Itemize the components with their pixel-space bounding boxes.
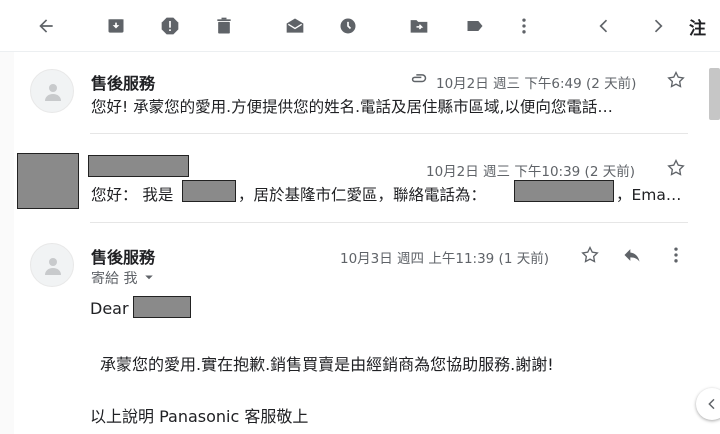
message-toolbar: 注 (0, 0, 720, 52)
chevron-right-icon[interactable] (644, 12, 672, 40)
message-date: 10月2日 週三 下午10:39 (2 天前) (426, 164, 635, 180)
message-snippet-suffix: ，Ema… (616, 186, 682, 204)
message-snippet-prefix: 您好： 我是 (91, 186, 174, 204)
chevron-left-icon[interactable] (590, 12, 618, 40)
left-edge-decoration (0, 52, 14, 434)
greeting-text: Dear (90, 299, 129, 318)
chevron-left-icon (708, 398, 715, 410)
delete-icon[interactable] (210, 12, 238, 40)
message-date: 10月3日 週四 上午11:39 (1 天前) (340, 251, 549, 267)
caret-down-icon[interactable] (140, 265, 158, 289)
redacted-phone (514, 180, 614, 202)
divider (90, 222, 688, 223)
back-arrow-icon[interactable] (32, 12, 60, 40)
star-icon[interactable] (578, 243, 602, 267)
reply-icon[interactable] (620, 243, 644, 267)
divider (90, 133, 688, 134)
redacted-sender-name (88, 155, 189, 177)
message-snippet: 您好! 承蒙您的愛用.方便提供您的姓名.電話及居住縣市區域,以便向您電話… (91, 98, 613, 116)
language-indicator[interactable]: 注 (689, 14, 706, 39)
side-panel-toggle[interactable] (696, 388, 720, 420)
scrollbar-thumb[interactable] (709, 68, 720, 120)
redacted-avatar (17, 153, 79, 209)
attachment-icon (406, 67, 430, 91)
avatar (30, 243, 74, 287)
move-to-icon[interactable] (405, 12, 433, 40)
archive-icon[interactable] (102, 12, 130, 40)
star-icon[interactable] (664, 156, 688, 180)
message-snippet-middle: ，居於基隆市仁愛區，聯絡電話為： (238, 186, 487, 204)
mark-unread-icon[interactable] (281, 12, 309, 40)
sender-name: 售後服務 (91, 74, 156, 93)
report-spam-icon[interactable] (156, 12, 184, 40)
body-line-1: 承蒙您的愛用.實在抱歉.銷售買賣是由經銷商為您協助服務.謝謝! (100, 355, 554, 374)
more-vert-icon[interactable] (664, 243, 688, 267)
label-icon[interactable] (461, 12, 489, 40)
recipient-label: 寄給 我 (91, 271, 138, 287)
avatar (30, 69, 74, 113)
redacted-recipient-name (133, 296, 191, 318)
more-vert-icon[interactable] (510, 12, 538, 40)
message-date: 10月2日 週三 下午6:49 (2 天前) (436, 76, 637, 92)
snooze-icon[interactable] (334, 12, 362, 40)
redacted-name (182, 180, 236, 202)
star-icon[interactable] (664, 68, 688, 92)
body-line-2: 以上說明 Panasonic 客服敬上 (90, 407, 309, 426)
